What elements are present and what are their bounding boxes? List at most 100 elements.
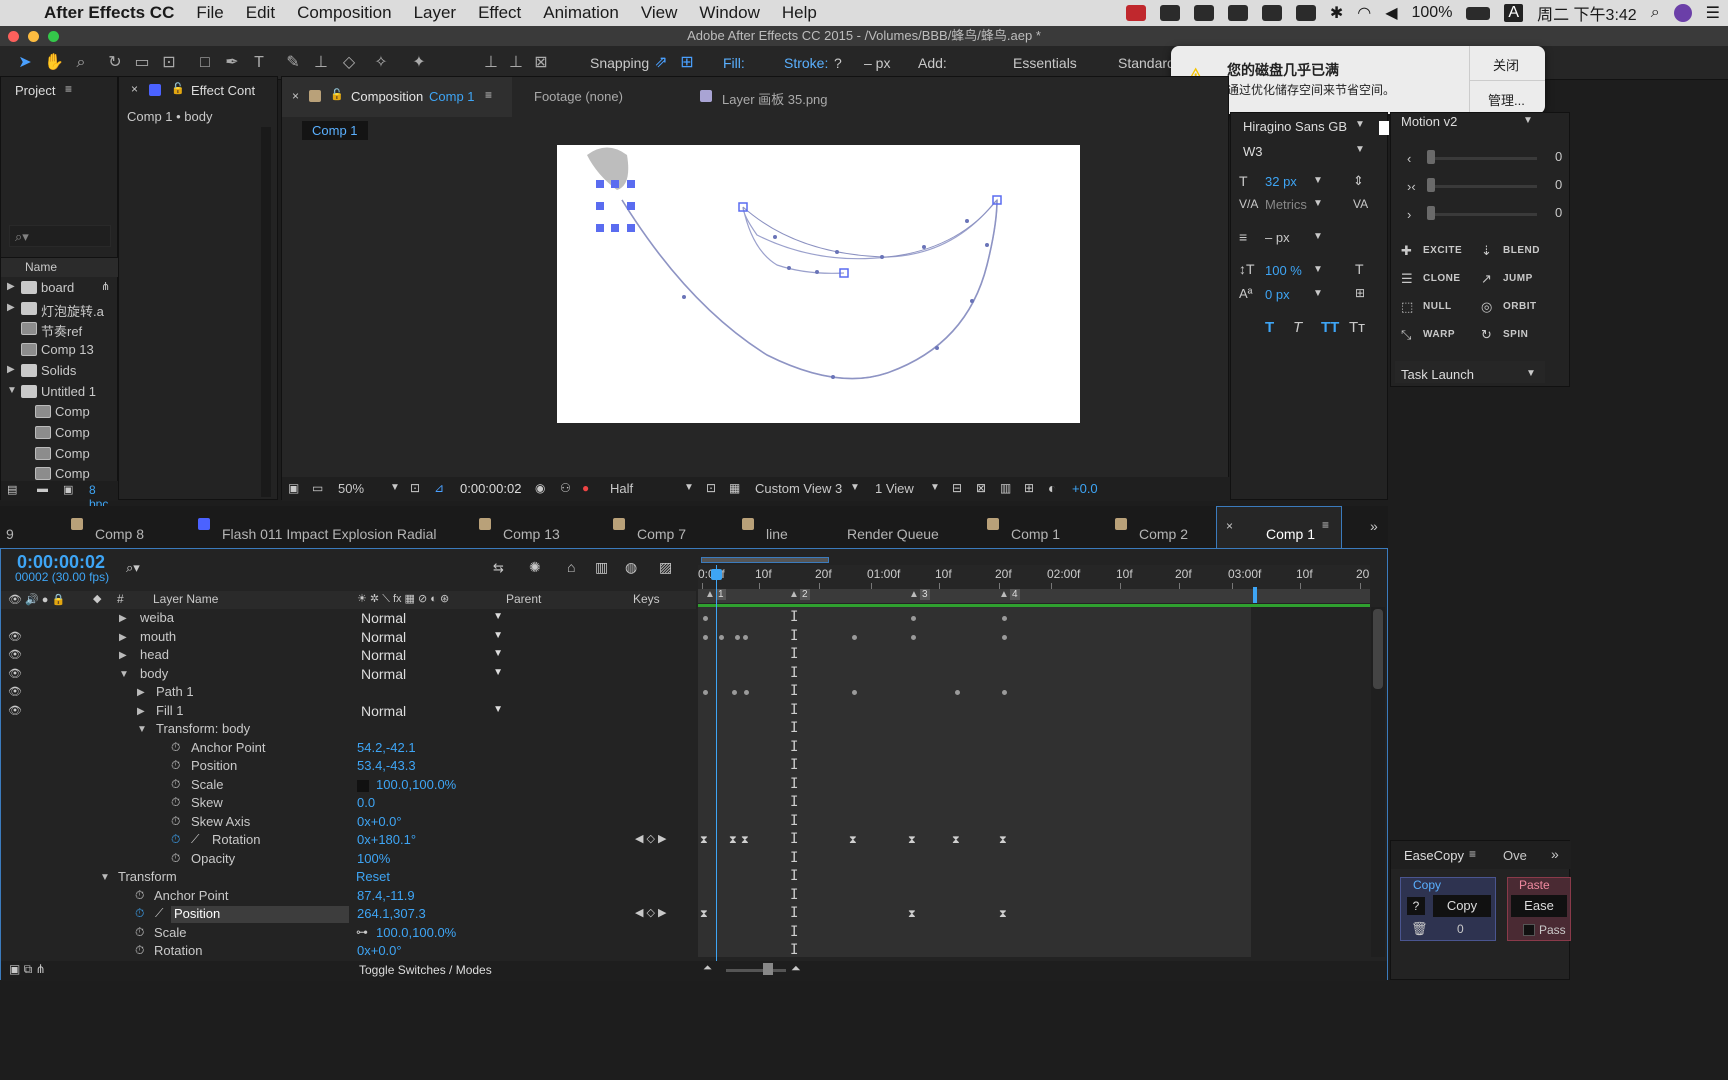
- property-name[interactable]: Position: [174, 906, 220, 921]
- layout-chevron-down-icon[interactable]: ▼: [930, 482, 940, 493]
- composition-canvas[interactable]: [557, 145, 1080, 423]
- keyframe-icon[interactable]: ⧗: [908, 834, 916, 847]
- menu-edit[interactable]: Edit: [246, 3, 275, 23]
- menu-composition[interactable]: Composition: [297, 3, 392, 23]
- project-item[interactable]: 节奏ref: [1, 319, 111, 339]
- layer-name[interactable]: weiba: [140, 610, 174, 625]
- warp-icon[interactable]: ⤡: [1401, 327, 1411, 343]
- weight-chevron-down-icon[interactable]: ▼: [1355, 144, 1365, 155]
- stopwatch-icon[interactable]: ⏱: [171, 851, 180, 866]
- stroke-label[interactable]: Stroke:: [784, 55, 828, 71]
- blend-mode-dropdown[interactable]: Normal: [361, 666, 511, 684]
- lock-icon[interactable]: 🔓: [330, 88, 344, 101]
- project-item[interactable]: Comp: [1, 423, 111, 443]
- keyframe-dot[interactable]: [744, 690, 749, 695]
- visibility-eye-icon[interactable]: 👁: [8, 704, 22, 717]
- project-item[interactable]: ▶ Solids: [1, 361, 111, 381]
- zoom-window-button[interactable]: [48, 31, 59, 42]
- keyframe-icon[interactable]: ⧗: [908, 908, 916, 921]
- display-icon[interactable]: [1261, 5, 1282, 21]
- layer-name[interactable]: Transform: body: [156, 721, 250, 736]
- interpret-footage-icon[interactable]: ▤: [7, 483, 17, 496]
- property-name[interactable]: Scale: [154, 925, 187, 940]
- font-weight-dropdown[interactable]: W3: [1243, 144, 1263, 159]
- flowchart-icon[interactable]: ⊞: [1024, 481, 1034, 495]
- blend-mode-dropdown[interactable]: Normal: [361, 610, 511, 628]
- wechat-icon[interactable]: [1159, 5, 1180, 21]
- menu-window[interactable]: Window: [699, 3, 759, 23]
- scrollbar-thumb[interactable]: [1373, 609, 1383, 689]
- jump-button[interactable]: JUMP: [1503, 273, 1533, 284]
- property-name[interactable]: Anchor Point: [154, 888, 228, 903]
- current-time-indicator[interactable]: [716, 565, 717, 963]
- slider-track[interactable]: [1429, 213, 1537, 216]
- keyframe-icon[interactable]: ⧗: [741, 834, 749, 847]
- parent-column-header[interactable]: Parent: [506, 592, 541, 606]
- playhead-handle[interactable]: [711, 569, 722, 580]
- menu-effect[interactable]: Effect: [478, 3, 521, 23]
- property-value[interactable]: 100.0,100.0%: [376, 925, 456, 940]
- composition-tab-prefix[interactable]: Composition: [351, 89, 423, 104]
- disclosure-triangle-icon[interactable]: ▶: [7, 364, 15, 375]
- keyframe-dot[interactable]: [735, 634, 740, 640]
- status-icon[interactable]: [1227, 5, 1248, 21]
- close-tab-icon[interactable]: ×: [131, 82, 138, 96]
- clone-button[interactable]: CLONE: [1423, 273, 1461, 284]
- stopwatch-icon[interactable]: ⏱: [171, 758, 180, 773]
- layer-name[interactable]: Path 1: [156, 684, 194, 699]
- keyframe-icon[interactable]: ⧗: [999, 834, 1007, 847]
- property-value[interactable]: 264.1,307.3: [357, 906, 426, 921]
- project-item[interactable]: Comp: [1, 444, 111, 464]
- slider-value[interactable]: 0: [1555, 205, 1562, 220]
- name-column-header[interactable]: Name: [25, 260, 57, 274]
- world-axis-icon[interactable]: ⊥: [507, 54, 525, 72]
- zoom-dropdown[interactable]: 50%: [338, 481, 364, 496]
- close-tab-icon[interactable]: ×: [292, 89, 299, 103]
- send-icon[interactable]: [1193, 5, 1214, 21]
- exposure-value[interactable]: +0.0: [1072, 481, 1098, 496]
- eraser-tool-icon[interactable]: ◇: [340, 54, 358, 72]
- twirl-triangle-icon[interactable]: ▶: [119, 632, 127, 643]
- clone-icon[interactable]: ☰: [1401, 271, 1413, 287]
- twirl-triangle-icon[interactable]: ▼: [100, 872, 110, 883]
- comp-marker-icon[interactable]: ▲: [999, 589, 1009, 600]
- task-launch-dropdown[interactable]: Task Launch: [1401, 367, 1474, 382]
- graph-icon[interactable]: ⟋: [191, 832, 199, 847]
- stroke-width[interactable]: – px: [864, 55, 890, 71]
- zoom-chevron-down-icon[interactable]: ▼: [390, 482, 400, 493]
- view-layout-dropdown[interactable]: 1 View: [875, 481, 914, 496]
- excite-button[interactable]: EXCITE: [1423, 245, 1462, 256]
- graph-editor-icon[interactable]: ▨: [659, 559, 672, 576]
- faux-italic-button[interactable]: T: [1293, 319, 1302, 336]
- composition-tab-name[interactable]: Comp 1: [429, 89, 475, 104]
- region-icon[interactable]: ⊿: [434, 481, 444, 495]
- label-column-icon[interactable]: ◆: [93, 592, 101, 605]
- toggle-switches-modes[interactable]: Toggle Switches / Modes: [359, 963, 492, 977]
- spin-button[interactable]: SPIN: [1503, 329, 1528, 340]
- transparency-grid-icon[interactable]: ▦: [729, 481, 740, 495]
- menu-file[interactable]: File: [196, 3, 223, 23]
- disclosure-triangle-icon[interactable]: ▶: [7, 281, 15, 292]
- twirl-triangle-icon[interactable]: ▼: [137, 724, 147, 735]
- keyframe-navigator-icon[interactable]: ◀ ◇ ▶: [635, 832, 667, 845]
- keyframe-dot[interactable]: [852, 690, 857, 695]
- zoom-tool-icon[interactable]: ⌕: [72, 54, 90, 72]
- keyframe-dot[interactable]: [852, 634, 857, 640]
- menu-animation[interactable]: Animation: [543, 3, 619, 23]
- layer-tab[interactable]: Layer 画板 35.png: [722, 89, 828, 108]
- comp-marker-label[interactable]: 3: [920, 589, 930, 600]
- comp-button-icons[interactable]: ▣ ⧉ ⋔: [9, 962, 46, 977]
- snap-extend-icon[interactable]: ⊞: [678, 54, 696, 72]
- status-app-icon[interactable]: [1125, 5, 1146, 21]
- visibility-eye-icon[interactable]: 👁: [8, 667, 22, 680]
- blend-button[interactable]: BLEND: [1503, 245, 1540, 256]
- property-value[interactable]: 87.4,-11.9: [357, 888, 415, 903]
- size-chevron-down-icon[interactable]: ▼: [1313, 175, 1323, 186]
- timeline-tab[interactable]: Comp 2: [1139, 526, 1188, 542]
- disclosure-triangle-icon[interactable]: ▶: [7, 302, 15, 313]
- disclosure-triangle-icon[interactable]: ▼: [7, 385, 17, 396]
- keyframe-dot[interactable]: [1002, 616, 1007, 621]
- selection-tool-icon[interactable]: ➤: [16, 54, 34, 72]
- property-value[interactable]: 0x+0.0°: [357, 943, 402, 958]
- timeline-tab[interactable]: Flash 011 Impact Explosion Radial: [222, 526, 437, 542]
